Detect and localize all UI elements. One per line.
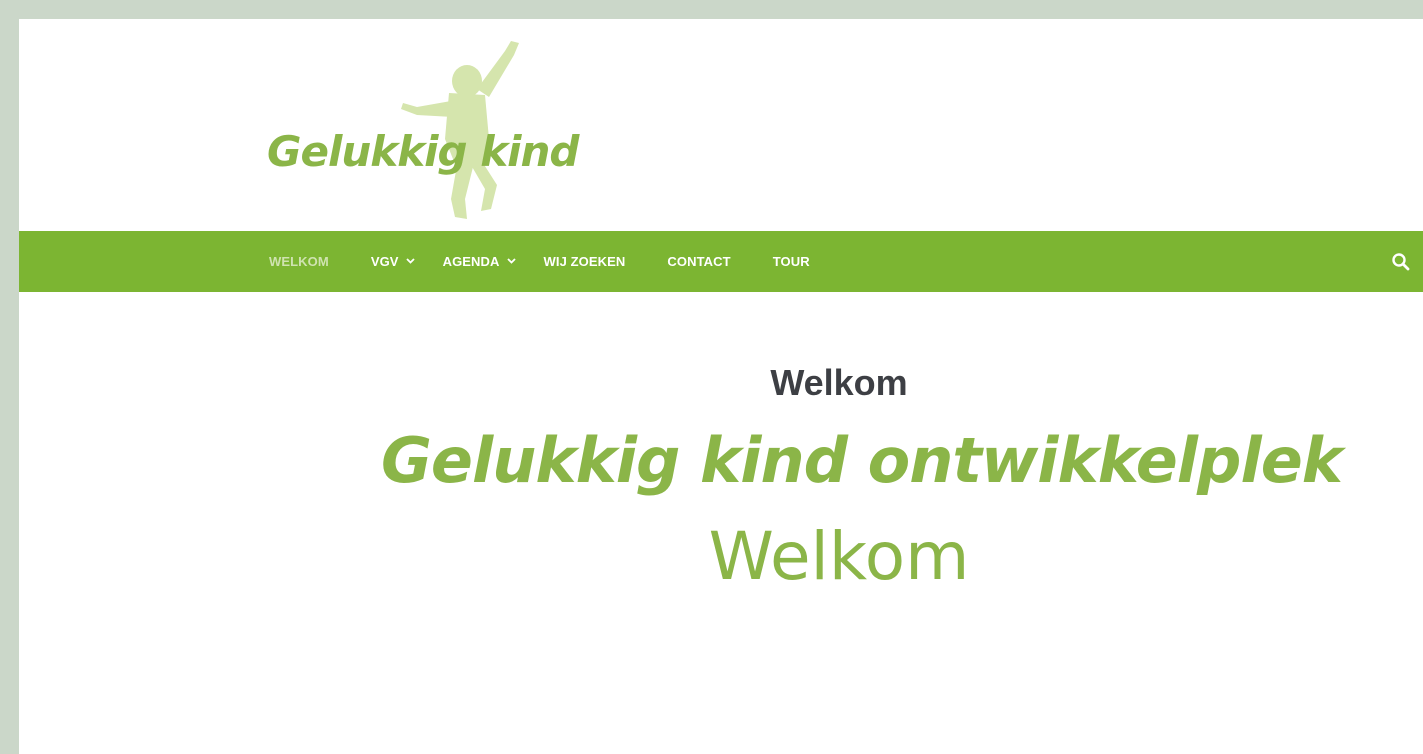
nav-item-label: CONTACT (667, 254, 731, 269)
nav-item-label: WELKOM (269, 254, 329, 269)
site-logo[interactable]: Gelukkig kind (267, 39, 579, 221)
nav-item-wij-zoeken[interactable]: WIJ ZOEKEN (544, 254, 626, 269)
page-title: Welkom (770, 362, 908, 403)
nav-item-label: VGV (370, 254, 399, 269)
search-icon[interactable] (1391, 252, 1411, 272)
main-content: Welkom Gelukkig kind ontwikkelplek Welko… (19, 292, 1423, 754)
nav-item-label: AGENDA (442, 254, 500, 269)
hero-subtitle: Welkom (708, 518, 970, 595)
nav-item-welkom[interactable]: WELKOM (269, 254, 329, 269)
nav-item-agenda[interactable]: AGENDA (442, 254, 516, 269)
nav-item-label: TOUR (772, 254, 810, 269)
chevron-down-icon (506, 256, 516, 267)
nav-item-label: WIJ ZOEKEN (543, 254, 626, 269)
logo-text: Gelukkig kind (267, 127, 579, 176)
nav-item-contact[interactable]: CONTACT (667, 254, 730, 269)
page: Gelukkig kind WELKOM VGV AGENDA WIJ ZOEK… (19, 19, 1423, 754)
main-navigation: WELKOM VGV AGENDA WIJ ZOEKEN CONTACT TOU… (19, 231, 1423, 292)
chevron-down-icon (405, 256, 415, 267)
nav-item-tour[interactable]: TOUR (773, 254, 810, 269)
site-header: Gelukkig kind (19, 19, 1423, 231)
hero-title: Gelukkig kind ontwikkelplek (381, 424, 1343, 497)
nav-menu: WELKOM VGV AGENDA WIJ ZOEKEN CONTACT TOU… (269, 231, 852, 292)
nav-item-vgv[interactable]: VGV (370, 254, 415, 269)
